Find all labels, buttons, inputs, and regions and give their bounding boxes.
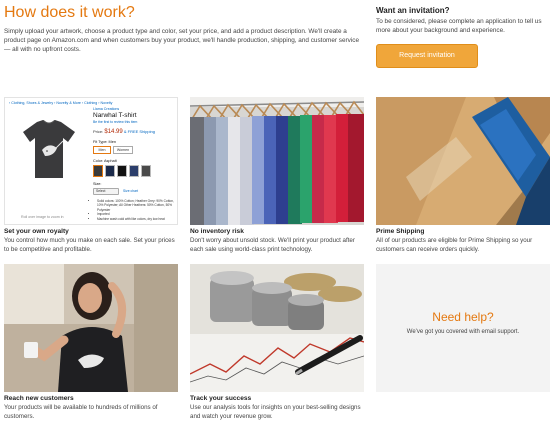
- color-swatch[interactable]: [129, 165, 139, 177]
- price-label: Price:: [93, 129, 104, 134]
- invitation-description: To be considered, please complete an app…: [376, 18, 542, 34]
- feature-description: All of our products are eligible for Pri…: [376, 237, 533, 253]
- product-bullets: Solid colors: 100% Cotton; Heather Grey:…: [93, 199, 177, 221]
- color-swatch[interactable]: [93, 165, 103, 177]
- product-brand-link[interactable]: Llama Creations: [93, 107, 119, 111]
- list-item: Machine wash cold with like colors, dry …: [97, 217, 177, 221]
- feature-description: Don't worry about unsold stock. We'll pr…: [190, 237, 355, 253]
- feature-description: Use our analysis tools for insights on y…: [190, 404, 361, 420]
- coins-chart-image: [190, 264, 364, 392]
- fit-option-men[interactable]: Men: [93, 146, 111, 154]
- feature-title: No inventory risk: [190, 228, 244, 235]
- fit-option-women[interactable]: Women: [113, 146, 133, 154]
- product-name: Narwhal T-shirt: [93, 112, 137, 119]
- product-page-image: ‹ Clothing, Shoes & Jewelry › Novelty & …: [4, 97, 178, 225]
- need-help-box: Need help? We've got you covered with em…: [376, 264, 550, 392]
- feature-description: Your products will be available to hundr…: [4, 404, 158, 420]
- prime-box-image: [376, 97, 550, 225]
- feature-title: Reach new customers: [4, 395, 74, 402]
- tshirt-image: [23, 120, 75, 178]
- feature-title: Track your success: [190, 395, 252, 402]
- product-price-row: Price: $14.99 & FREE Shipping: [93, 129, 155, 135]
- need-help-title: Need help?: [432, 310, 494, 324]
- how-it-works-title: How does it work?: [4, 4, 135, 21]
- clothing-rack-image: [190, 97, 364, 225]
- feature-title: Prime Shipping: [376, 228, 425, 235]
- need-help-description: We've got you covered with email support…: [406, 329, 520, 335]
- feature-description: You control how much you make on each sa…: [4, 237, 175, 253]
- size-label: Size:: [93, 182, 102, 186]
- price-value: $14.99: [104, 129, 123, 135]
- size-select[interactable]: Select: [93, 188, 119, 195]
- color-swatch[interactable]: [105, 165, 115, 177]
- how-it-works-description: Simply upload your artwork, choose a pro…: [4, 28, 360, 53]
- product-breadcrumbs: ‹ Clothing, Shoes & Jewelry › Novelty & …: [9, 101, 113, 105]
- color-swatch[interactable]: [117, 165, 127, 177]
- color-label: Color: Asphalt: [93, 159, 117, 163]
- color-swatch[interactable]: [141, 165, 151, 177]
- shipping-text: & FREE Shipping: [123, 129, 155, 134]
- review-link[interactable]: Be the first to review this item: [93, 120, 137, 124]
- zoom-hint: Roll over image to zoom in: [21, 215, 64, 219]
- woman-tshirt-image: [4, 264, 178, 392]
- list-item: Solid colors: 100% Cotton; Heather Grey:…: [97, 199, 177, 212]
- request-invitation-button[interactable]: Request invitation: [376, 44, 478, 68]
- fit-type-label: Fit Type: Men: [93, 140, 116, 144]
- invitation-title: Want an invitation?: [376, 6, 450, 15]
- feature-title: Set your own royalty: [4, 228, 69, 235]
- size-chart-link[interactable]: Size chart: [123, 189, 138, 193]
